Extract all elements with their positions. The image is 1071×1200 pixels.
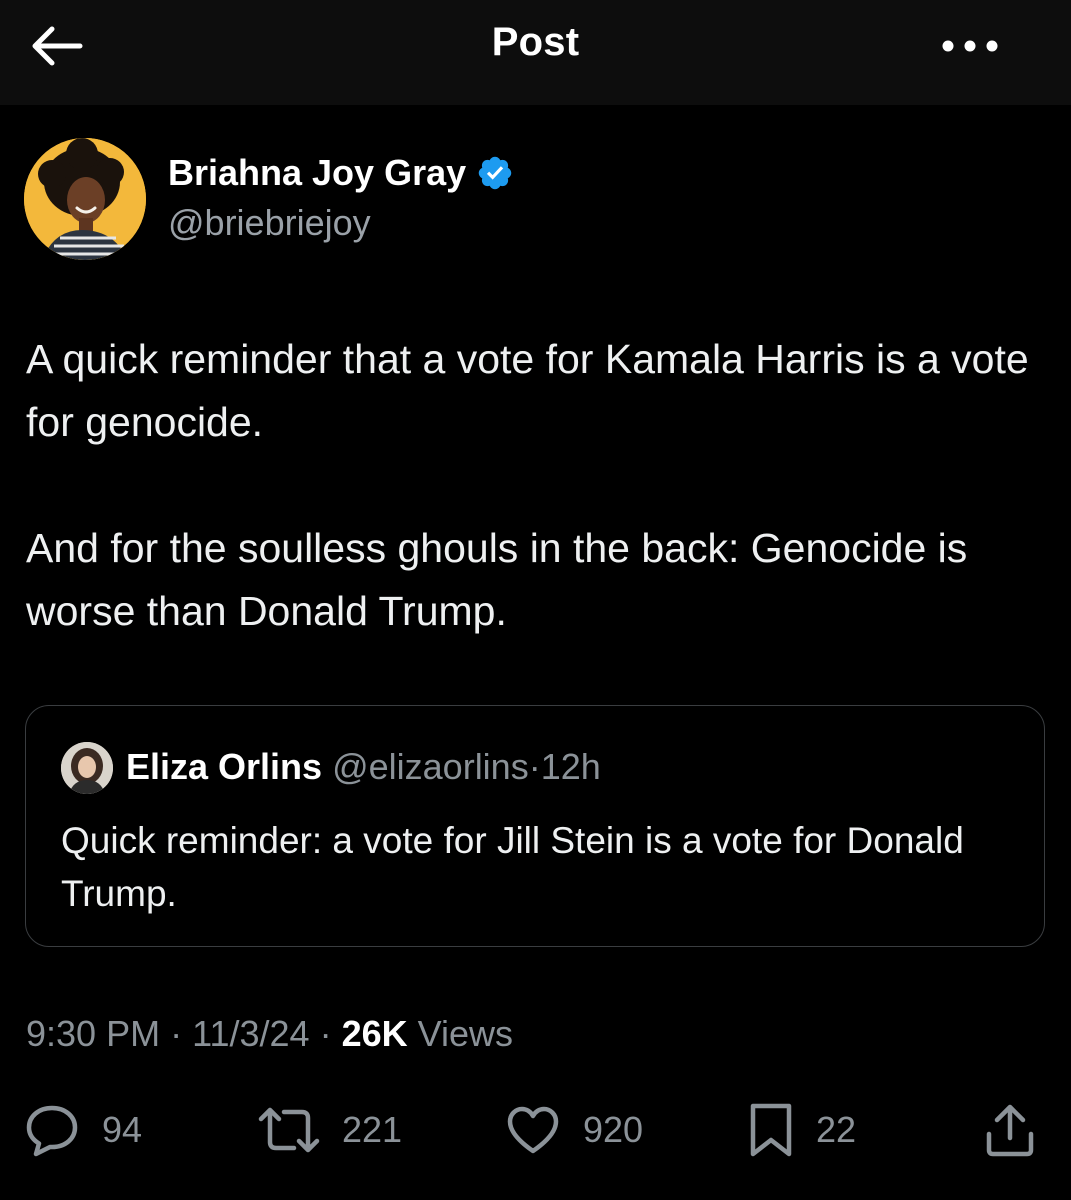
more-dots-icon (942, 40, 998, 52)
tweet-text: A quick reminder that a vote for Kamala … (26, 328, 1056, 643)
quoted-author-name[interactable]: Eliza Orlins (126, 746, 322, 787)
views-count: 26K (341, 1013, 408, 1054)
reply-bubble-icon (26, 1105, 78, 1157)
bookmark-button[interactable]: 22 (748, 1100, 856, 1160)
page-title: Post (491, 20, 580, 64)
quoted-tweet-time: 12h (540, 746, 601, 787)
like-count: 920 (583, 1109, 644, 1150)
meta-separator: · (319, 1013, 332, 1054)
reply-count: 94 (102, 1109, 143, 1150)
author-avatar[interactable] (24, 138, 146, 260)
tweet-paragraph: A quick reminder that a vote for Kamala … (26, 336, 1029, 445)
quoted-tweet-text: Quick reminder: a vote for Jill Stein is… (61, 820, 964, 914)
verified-badge-icon (478, 156, 512, 190)
bookmark-icon (750, 1103, 792, 1157)
author-avatar-image (24, 138, 146, 260)
author-name-text: Briahna Joy Gray (168, 152, 467, 193)
bookmark-count: 22 (816, 1109, 857, 1150)
quoted-author-avatar (61, 742, 113, 794)
author-handle[interactable]: @briebriejoy (168, 202, 371, 244)
like-button[interactable]: 920 (505, 1100, 643, 1160)
author-name[interactable]: Briahna Joy Gray (168, 152, 514, 194)
tweet-meta: 9:30 PM · 11/3/24 · 26K Views (26, 1013, 513, 1055)
quoted-tweet-header: Eliza Orlins @elizaorlins·12h (126, 746, 601, 788)
repost-count: 221 (342, 1109, 403, 1150)
meta-separator: · (528, 746, 541, 787)
quoted-tweet-card[interactable]: Eliza Orlins @elizaorlins·12h Quick remi… (25, 705, 1045, 947)
more-options-button[interactable] (938, 28, 1002, 64)
quoted-author-handle[interactable]: @elizaorlins (332, 746, 529, 787)
heart-icon (507, 1106, 559, 1154)
views-label: Views (417, 1013, 514, 1054)
top-bar: Post (0, 0, 1071, 105)
tweet-time: 9:30 PM (26, 1013, 161, 1054)
tweet-date: 11/3/24 (192, 1013, 310, 1054)
repost-icon (258, 1107, 320, 1153)
meta-separator: · (170, 1013, 183, 1054)
share-icon (986, 1104, 1034, 1157)
quoted-author-avatar-image (61, 742, 113, 794)
reply-button[interactable]: 94 (24, 1100, 142, 1160)
tweet-paragraph: And for the soulless ghouls in the back:… (26, 525, 968, 634)
repost-button[interactable]: 221 (258, 1100, 402, 1160)
share-button[interactable] (984, 1100, 1036, 1160)
